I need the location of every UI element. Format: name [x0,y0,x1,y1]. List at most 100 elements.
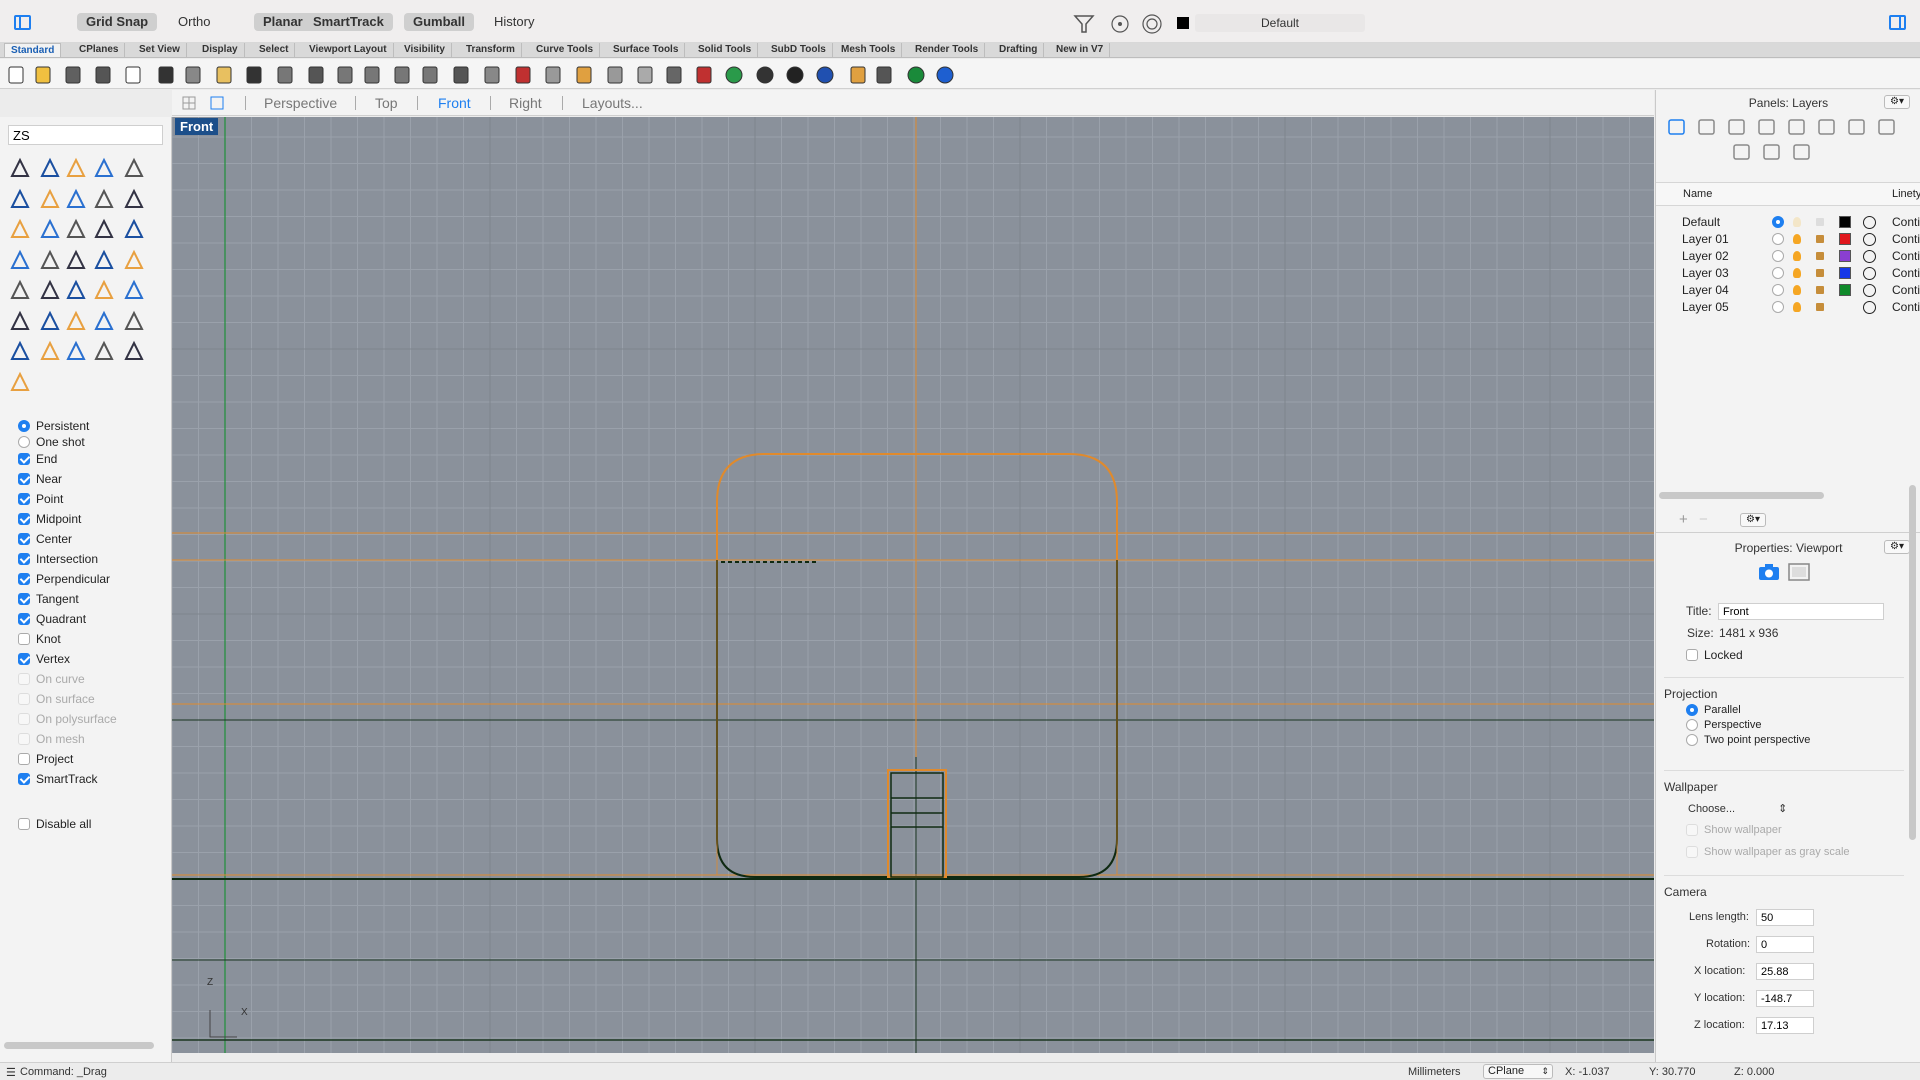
filter-icon[interactable] [1073,14,1095,34]
y-location-input[interactable] [1756,990,1814,1007]
visibility-bulb-icon[interactable] [1793,268,1801,278]
column-name[interactable]: Name [1683,188,1712,200]
four-views-icon[interactable] [482,65,502,85]
layer-color-swatch[interactable] [1839,250,1851,262]
open-folder-icon[interactable] [33,65,53,85]
copy-icon[interactable] [183,65,203,85]
rebuild-icon[interactable] [92,278,116,302]
x-location-input[interactable] [1756,963,1814,980]
remove-layer-button[interactable]: − [1699,511,1708,528]
arrange-icon[interactable] [874,65,894,85]
dimension-icon[interactable] [122,309,146,333]
radio-icon[interactable] [1686,734,1698,746]
snap-mode-one-shot[interactable]: One shot [18,435,85,449]
properties-gear-icon[interactable]: ⚙▾ [1884,540,1910,554]
checkbox-icon[interactable] [18,693,30,705]
tab-perspective[interactable]: Perspective [264,95,337,111]
single-viewport-icon[interactable] [210,96,224,110]
layer-name[interactable]: Layer 02 [1682,249,1729,263]
osnap-center[interactable]: Center [18,532,72,546]
extrude-icon[interactable] [8,248,32,272]
osnap-midpoint[interactable]: Midpoint [18,512,81,526]
layer-linetype[interactable]: Conti... [1892,283,1920,297]
visibility-bulb-icon[interactable] [1793,234,1801,244]
zoom-selected-icon[interactable] [420,65,440,85]
material-circle-icon[interactable] [1863,233,1876,246]
join-icon[interactable] [38,278,62,302]
layer-color-swatch[interactable] [1839,267,1851,279]
left-sidebar-toggle-icon[interactable] [14,15,31,30]
page-icon[interactable] [1786,117,1808,137]
select-icon[interactable] [8,156,32,180]
radio-icon[interactable] [18,436,30,448]
explode-icon[interactable] [64,248,88,272]
osnap-intersection[interactable]: Intersection [18,552,98,566]
ellipse-icon[interactable] [8,187,32,211]
viewport-label[interactable]: Front [175,118,219,135]
layer-row[interactable]: Layer 01 Conti... [1656,231,1920,248]
rotate-view-icon[interactable] [306,65,326,85]
layers-horizontal-scrollbar[interactable] [1659,492,1824,499]
layer-color-swatch[interactable] [1839,216,1851,228]
checkbox-icon[interactable] [18,733,30,745]
notes-icon[interactable] [1731,142,1753,162]
rectangle-icon[interactable] [64,187,88,211]
radio-icon[interactable] [1686,719,1698,731]
grid-snap-toggle[interactable]: Grid Snap [77,13,158,31]
layer-row[interactable]: Layer 05 Conti... [1656,299,1920,316]
material-circle-icon[interactable] [1863,216,1876,229]
globe-icon[interactable] [906,65,926,85]
tab-front[interactable]: Front [438,95,471,111]
lock-icon[interactable] [664,65,684,85]
polyline-icon[interactable] [64,156,88,180]
zoom-window-icon[interactable] [362,65,382,85]
layer-icon[interactable] [694,65,714,85]
tab-viewport-layout[interactable]: Viewport Layout [303,43,394,57]
osnap-perpendicular[interactable]: Perpendicular [18,572,110,586]
tab-subd-tools[interactable]: SubD Tools [765,43,833,57]
properties-scrollbar[interactable] [1909,485,1916,840]
group-icon[interactable] [8,278,32,302]
circle-icon[interactable] [122,156,146,180]
checkbox-icon[interactable] [18,773,30,785]
text-icon[interactable] [122,278,146,302]
material-circle-icon[interactable] [1863,284,1876,297]
tab-render-tools[interactable]: Render Tools [909,43,986,57]
checkbox-icon[interactable] [18,493,30,505]
lock-icon[interactable] [1816,252,1824,260]
lens-length-input[interactable] [1756,909,1814,926]
trim-icon[interactable] [92,248,116,272]
cut-icon[interactable] [156,65,176,85]
osnap-point[interactable]: Point [18,492,63,506]
projection-parallel[interactable]: Parallel [1686,704,1741,716]
units-label[interactable]: Millimeters [1408,1066,1461,1078]
help-icon[interactable] [1846,117,1868,137]
checkbox-icon[interactable] [18,613,30,625]
layer-linetype[interactable]: Conti... [1892,249,1920,263]
lock-icon[interactable] [1816,286,1824,294]
paint-icon[interactable] [8,370,32,394]
layer-row[interactable]: Layer 04 Conti... [1656,282,1920,299]
boolean-icon[interactable] [92,217,116,241]
checkbox-icon[interactable] [18,473,30,485]
tab-right[interactable]: Right [509,95,542,111]
tab-display[interactable]: Display [196,43,245,57]
object-snap-status-icon[interactable] [1110,14,1130,34]
osnap-knot[interactable]: Knot [18,632,61,646]
checkmark-icon[interactable] [92,339,116,363]
checkbox-icon[interactable] [18,573,30,585]
osnap-disable-all[interactable]: Disable all [18,817,91,831]
checkbox-icon[interactable] [18,533,30,545]
osnap-near[interactable]: Near [18,472,62,486]
color-wheel-icon[interactable] [724,65,744,85]
current-layer-radio-icon[interactable] [1772,233,1784,245]
surface-icon[interactable] [8,217,32,241]
checkbox-icon[interactable] [18,818,30,830]
move-icon[interactable] [8,309,32,333]
checkbox-icon[interactable] [18,633,30,645]
visibility-bulb-icon[interactable] [1793,217,1801,227]
command-list-icon[interactable]: ☰ [6,1066,16,1079]
current-layer-radio-icon[interactable] [1772,284,1784,296]
layer-name[interactable]: Default [1682,215,1720,229]
checkbox-icon[interactable] [18,673,30,685]
